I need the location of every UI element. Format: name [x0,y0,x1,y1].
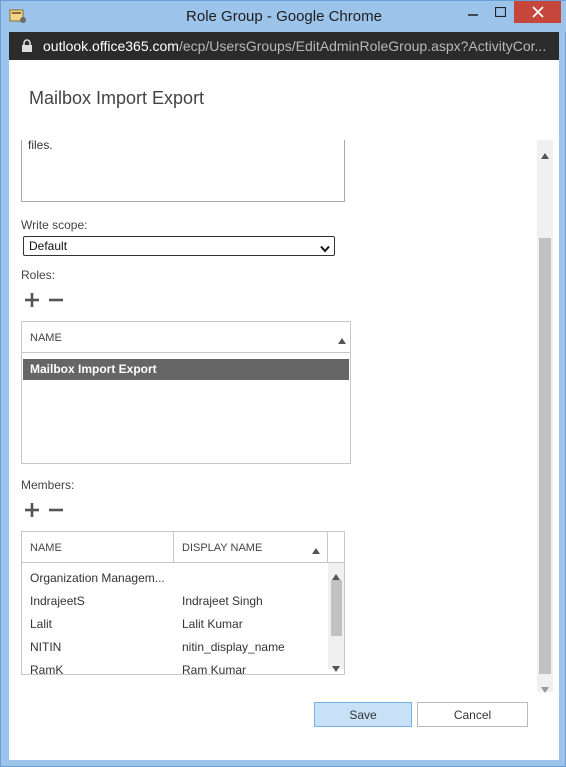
close-icon [531,6,544,18]
table-row[interactable]: RamK Ram Kumar [22,660,322,675]
column-header-name[interactable]: NAME [30,542,62,554]
minus-icon [49,298,63,302]
scrollbar-thumb[interactable] [331,580,342,636]
scroll-up-icon[interactable] [541,146,549,164]
cancel-button[interactable]: Cancel [417,702,528,727]
members-toolbar [23,501,65,519]
table-row[interactable]: IndrajeetS Indrajeet Singh [22,591,322,614]
role-name: Mailbox Import Export [30,362,157,376]
member-display-name: Ram Kumar [182,663,247,675]
plus-icon [25,503,39,517]
add-member-button[interactable] [23,501,41,519]
write-scope-label: Write scope: [21,218,88,232]
member-name: Lalit [30,617,53,631]
minus-icon [49,508,63,512]
write-scope-value: Default [29,239,68,253]
member-name: RamK [30,663,64,675]
scrollbar-thumb[interactable] [539,238,551,674]
roles-label: Roles: [21,268,56,282]
plus-icon [25,293,39,307]
table-row-selected[interactable]: Mailbox Import Export [23,359,349,380]
table-row[interactable]: Organization Managem... [22,568,322,591]
table-row[interactable]: Lalit Lalit Kumar [22,614,322,637]
member-display-name: Indrajeet Singh [182,594,263,608]
write-scope-select[interactable]: Default [23,236,335,256]
table-row[interactable]: NITIN nitin_display_name [22,637,322,660]
roles-toolbar [23,291,65,309]
column-divider[interactable] [173,532,174,562]
add-role-button[interactable] [23,291,41,309]
member-name: IndrajeetS [30,594,85,608]
remove-member-button[interactable] [47,501,65,519]
column-divider [327,532,328,562]
member-name: Organization Managem... [30,571,165,585]
title-bar[interactable]: Role Group - Google Chrome [1,1,566,32]
description-textarea[interactable]: files. [21,140,345,202]
url-path: /ecp/UsersGroups/EditAdminRoleGroup.aspx… [178,38,547,54]
minimize-button[interactable] [459,1,487,23]
sort-up-icon[interactable] [338,335,346,347]
chevron-down-icon [320,242,330,256]
sort-up-icon[interactable] [312,545,320,557]
form-scroll-area: files. Write scope: Default Roles: NAME … [9,140,537,692]
scroll-down-icon[interactable] [541,680,549,698]
column-header-display-name[interactable]: DISPLAY NAME [182,542,262,554]
save-button[interactable]: Save [314,702,412,727]
lock-icon [21,39,33,58]
members-table-header[interactable]: NAME DISPLAY NAME [22,532,344,563]
scroll-down-icon[interactable] [332,659,340,674]
members-table: NAME DISPLAY NAME Organization Managem..… [21,531,345,675]
url-host: outlook.office365.com [43,38,179,54]
member-display-name: Lalit Kumar [182,617,243,631]
close-button[interactable] [514,1,561,23]
description-text: files. [28,140,53,152]
page-scrollbar[interactable] [537,140,553,693]
members-scrollbar[interactable] [328,563,344,672]
remove-role-button[interactable] [47,291,65,309]
members-label: Members: [21,478,75,492]
maximize-button[interactable] [487,1,514,23]
member-name: NITIN [30,640,62,654]
dialog-content: Mailbox Import Export files. Write scope… [9,60,559,760]
roles-table: NAME Mailbox Import Export [21,321,351,464]
browser-window: Role Group - Google Chrome outlook.offic… [0,0,566,767]
roles-table-header[interactable]: NAME [22,322,350,353]
url-text[interactable]: outlook.office365.com/ecp/UsersGroups/Ed… [43,38,553,54]
page-title: Mailbox Import Export [29,88,205,108]
column-header-name[interactable]: NAME [30,332,62,344]
address-bar[interactable]: outlook.office365.com/ecp/UsersGroups/Ed… [9,32,559,60]
member-display-name: nitin_display_name [182,640,285,654]
